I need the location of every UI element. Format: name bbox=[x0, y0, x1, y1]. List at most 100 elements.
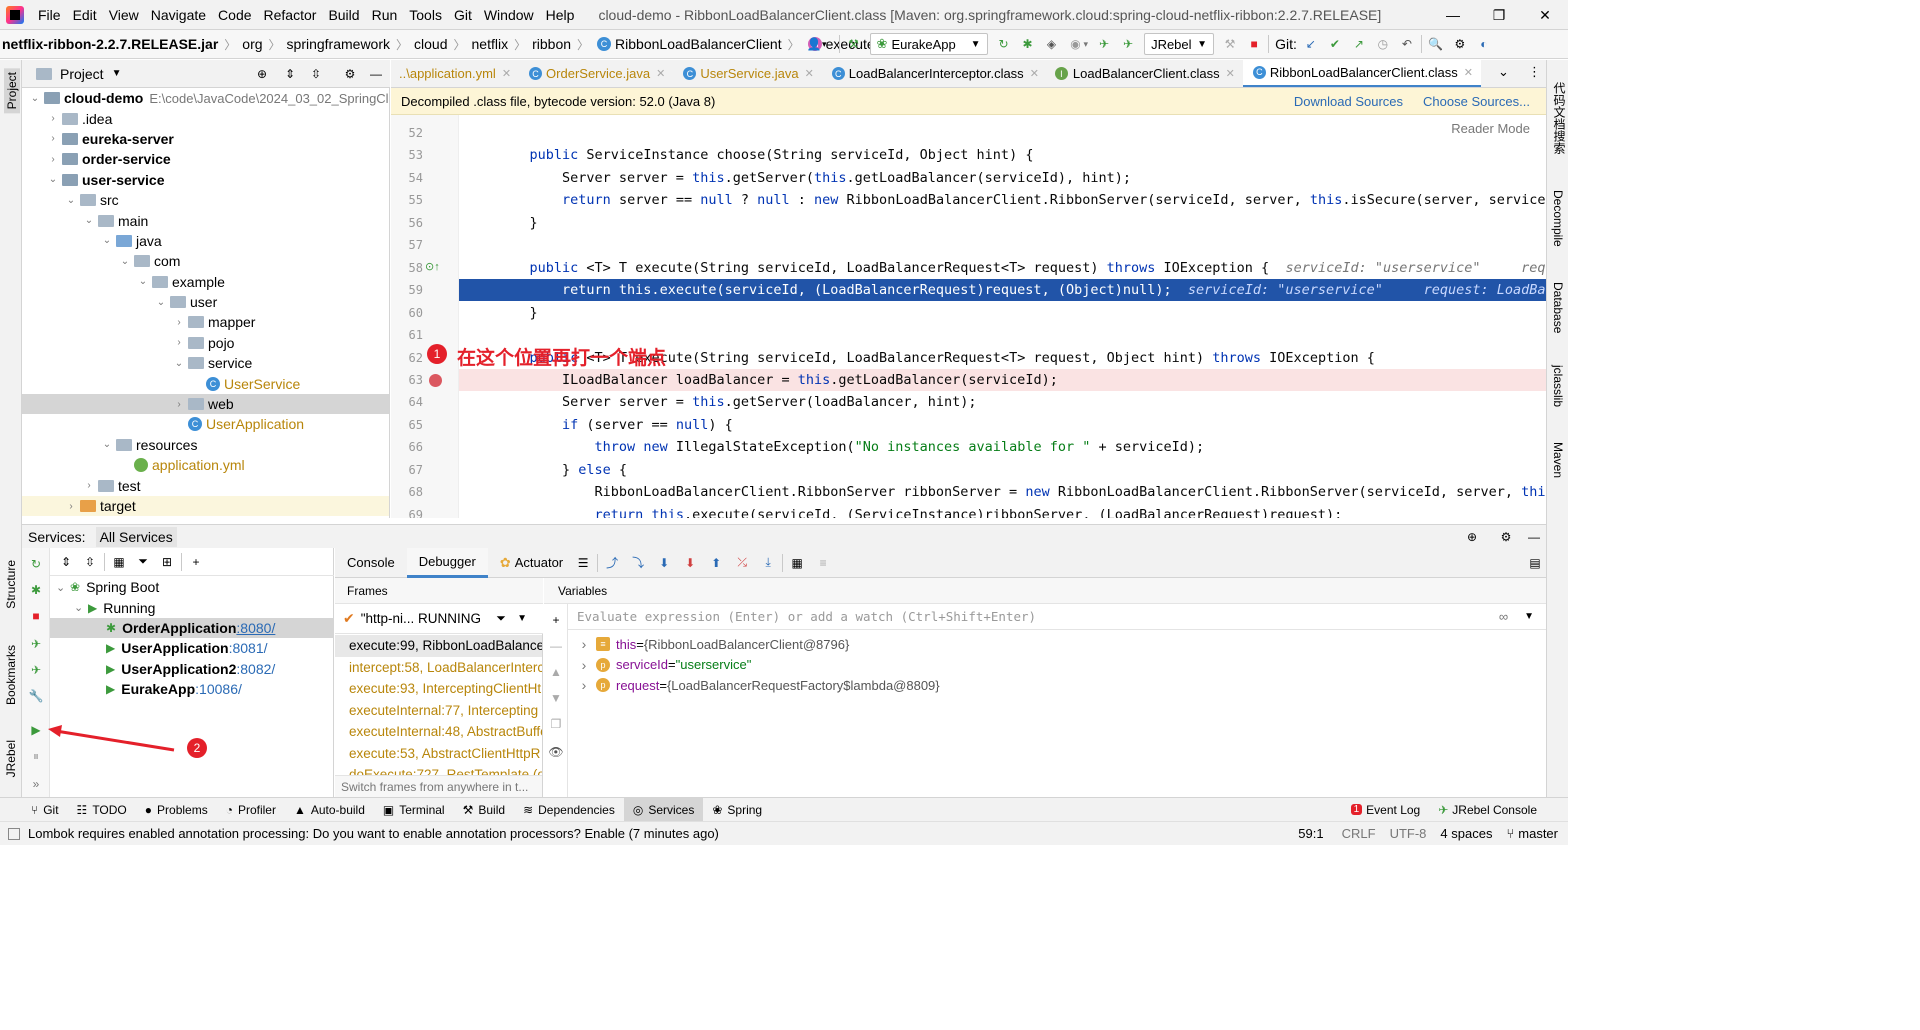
chevron-down-icon[interactable]: ⌄ bbox=[56, 581, 70, 594]
stack-frame[interactable]: intercept:58, LoadBalancerInterc bbox=[335, 657, 542, 679]
tab-debugger[interactable]: Debugger bbox=[406, 547, 488, 578]
tree-item[interactable]: › web bbox=[22, 393, 389, 415]
editor-tab[interactable]: C LoadBalancerInterceptor.class ✕ bbox=[822, 60, 1047, 87]
services-settings-icon[interactable]: ⚙ bbox=[1498, 529, 1514, 545]
toolbox-icon[interactable]: ◐ bbox=[1476, 36, 1492, 52]
add-icon[interactable]: + bbox=[188, 554, 204, 570]
profile-icon[interactable]: ◉ bbox=[1068, 36, 1084, 52]
tree-item[interactable]: ⌄ java bbox=[22, 231, 389, 251]
add-service-icon[interactable]: ⊕ bbox=[1464, 529, 1480, 545]
file-encoding[interactable]: UTF-8 bbox=[1390, 826, 1427, 841]
resume-program-icon[interactable]: ▶ bbox=[28, 722, 44, 738]
code-line[interactable]: Server server = this.getServer(this.getL… bbox=[497, 170, 1131, 186]
tree-item[interactable]: ⌄ src bbox=[22, 190, 389, 210]
jrebel-run-icon[interactable]: ✈ bbox=[1096, 36, 1112, 52]
chevron-down-icon[interactable]: ⌄ bbox=[46, 174, 60, 185]
variable-row[interactable]: › p request = {LoadBalancerRequestFactory$… bbox=[568, 675, 1546, 696]
tree-item[interactable]: ⌄ cloud-demo E:\code\JavaCode\2024_03_02_S… bbox=[22, 88, 389, 108]
chevron-down-icon[interactable]: ⌄ bbox=[136, 276, 150, 287]
tree-item[interactable]: ⌄ user-service bbox=[22, 170, 389, 190]
rerun-service-icon[interactable]: ↻ bbox=[28, 556, 44, 572]
jrebel-select[interactable]: JRebel ▼ bbox=[1144, 33, 1215, 55]
variable-row[interactable]: › p serviceId = "userservice" bbox=[568, 655, 1546, 676]
more-icon[interactable]: ⋮ bbox=[1528, 64, 1541, 80]
event-log-button[interactable]: 1 Event Log bbox=[1342, 798, 1430, 822]
chevron-down-icon[interactable]: ⌄ bbox=[118, 256, 132, 267]
editor-tab[interactable]: C OrderService.java ✕ bbox=[519, 60, 673, 87]
code-line[interactable]: } bbox=[497, 215, 538, 231]
service-item[interactable]: ⌄ ❀ Spring Boot bbox=[50, 577, 334, 597]
debug-service-icon[interactable]: ✱ bbox=[28, 582, 44, 598]
doc-search-tool-button[interactable]: 代码文档搜索 bbox=[1551, 82, 1568, 154]
tab-console[interactable]: Console bbox=[335, 548, 407, 578]
reader-mode-toggle[interactable]: Reader Mode bbox=[1451, 121, 1530, 136]
tool-window-profiler[interactable]: ◔ Profiler bbox=[217, 798, 285, 822]
editor-tab[interactable]: C RibbonLoadBalancerClient.class ✕ bbox=[1242, 60, 1481, 87]
group-by-icon[interactable]: ▦ bbox=[111, 554, 127, 570]
git-push-icon[interactable]: ↗ bbox=[1351, 36, 1367, 52]
chevron-right-icon[interactable]: › bbox=[576, 677, 592, 693]
new-group-icon[interactable]: ⊞ bbox=[159, 554, 175, 570]
tree-item[interactable]: › target bbox=[22, 495, 389, 517]
chevron-down-icon[interactable]: ⌄ bbox=[82, 215, 96, 226]
bookmarks-tool-button[interactable]: Bookmarks bbox=[4, 645, 18, 705]
menu-edit[interactable]: Edit bbox=[67, 7, 103, 23]
more-actions-icon[interactable]: » bbox=[28, 776, 44, 792]
editor-gutter[interactable]: 52 53 54 55 56 57 58 59 60 61 62 63 64 65 66 67 68 69 ⊙↑ bbox=[391, 115, 467, 518]
code-line[interactable]: return server == null ? null : new Ribbo… bbox=[497, 192, 1546, 208]
tree-item[interactable]: ⌄ com bbox=[22, 251, 389, 271]
thread-filter-icon[interactable]: ⏷ bbox=[493, 611, 509, 627]
expand-all-icon[interactable]: ⇕ bbox=[282, 66, 298, 82]
run-config-select[interactable]: ❀ EurakeApp ▼ bbox=[869, 33, 988, 55]
close-tab-icon[interactable]: ✕ bbox=[1226, 67, 1235, 80]
breadcrumb-item[interactable]: cloud bbox=[412, 36, 449, 52]
chevron-right-icon[interactable]: › bbox=[576, 636, 592, 652]
git-commit-icon[interactable]: ✔ bbox=[1327, 36, 1343, 52]
stack-frame[interactable]: executeInternal:77, Intercepting bbox=[335, 700, 542, 722]
editor-tab[interactable]: I LoadBalancerClient.class ✕ bbox=[1047, 60, 1243, 87]
step-out-icon[interactable]: ⬆ bbox=[708, 555, 724, 571]
breadcrumb-item[interactable]: ribbon bbox=[530, 36, 573, 52]
filter-icon[interactable]: ⏷ bbox=[135, 554, 151, 570]
tabs-dropdown-icon[interactable]: ⌄ bbox=[1498, 64, 1509, 80]
chevron-right-icon[interactable]: › bbox=[172, 337, 186, 348]
stop-service-icon[interactable]: ■ bbox=[28, 608, 44, 624]
code-line[interactable]: return this.execute(serviceId, (ServiceI… bbox=[497, 507, 1343, 518]
tree-item[interactable]: › mapper bbox=[22, 312, 389, 332]
tree-item[interactable]: ⌄ example bbox=[22, 272, 389, 292]
code-line[interactable]: } else { bbox=[497, 462, 627, 478]
chevron-right-icon[interactable]: › bbox=[64, 501, 78, 512]
menu-build[interactable]: Build bbox=[322, 7, 365, 23]
tree-item[interactable]: › test bbox=[22, 475, 389, 495]
stack-frame[interactable]: execute:53, AbstractClientHttpR bbox=[335, 743, 542, 765]
breakpoint-icon[interactable] bbox=[429, 373, 442, 387]
chevron-right-icon[interactable]: › bbox=[576, 657, 592, 673]
chevron-right-icon[interactable]: › bbox=[46, 113, 60, 124]
drop-frame-icon[interactable]: ⤰ bbox=[734, 555, 750, 571]
variable-row[interactable]: › ≡ this = {RibbonLoadBalancerClient@8796} bbox=[568, 634, 1546, 655]
service-item[interactable]: ⌄ ▶ Running bbox=[50, 597, 334, 617]
indent-setting[interactable]: 4 spaces bbox=[1440, 826, 1492, 841]
tool-window-problems[interactable]: ● Problems bbox=[136, 798, 217, 822]
evaluate-expression-input[interactable]: Evaluate expression (Enter) or add a wat… bbox=[568, 604, 1546, 630]
choose-sources-link[interactable]: Choose Sources... bbox=[1423, 94, 1530, 109]
download-sources-link[interactable]: Download Sources bbox=[1294, 94, 1403, 109]
trace-icon[interactable]: ≡ bbox=[815, 555, 831, 571]
tool-window-spring[interactable]: ❀ Spring bbox=[703, 798, 771, 822]
force-step-into-icon[interactable]: ⬇ bbox=[682, 555, 698, 571]
tool-window-services[interactable]: ◎ Services bbox=[623, 797, 704, 822]
jrebel-console-button[interactable]: ✈ JRebel Console bbox=[1429, 798, 1546, 822]
chevron-right-icon[interactable]: › bbox=[46, 154, 60, 165]
close-tab-icon[interactable]: ✕ bbox=[656, 67, 665, 80]
chevron-right-icon[interactable]: › bbox=[46, 133, 60, 144]
tree-item[interactable]: ⌄ main bbox=[22, 210, 389, 230]
tree-item[interactable]: ⌄ service bbox=[22, 353, 389, 373]
chevron-down-icon[interactable]: ⌄ bbox=[154, 297, 168, 308]
view-icon[interactable]: 👁 bbox=[548, 744, 564, 760]
step-over-icon[interactable]: ⤵ bbox=[630, 555, 646, 571]
wrench-icon[interactable]: 🔧 bbox=[28, 688, 44, 704]
jclasslib-tool-button[interactable]: jclasslib bbox=[1551, 365, 1565, 407]
breadcrumb-item[interactable]: springframework bbox=[285, 36, 392, 52]
evaluate-expression-icon[interactable]: ▦ bbox=[789, 555, 805, 571]
chevron-down-icon[interactable]: ⌄ bbox=[64, 195, 78, 206]
